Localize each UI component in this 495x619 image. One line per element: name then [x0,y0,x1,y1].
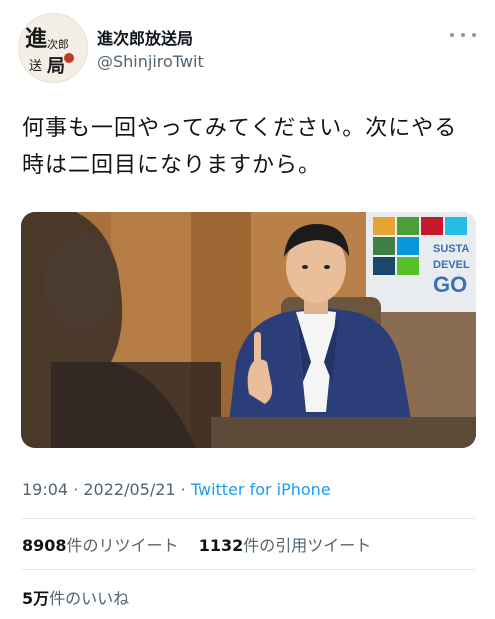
poster-text-1: SUSTA [433,243,470,255]
divider [22,518,475,519]
likes-label: 件のいいね [49,589,130,608]
quotes-label: 件の引用ツイート [243,536,372,555]
svg-text:進: 進 [25,26,47,52]
tweet-time: 19:04 [22,480,69,499]
avatar[interactable]: 進 次郎 送 局 [18,13,88,83]
poster-text-2: DEVEL [433,259,470,271]
quotes-link[interactable]: 1132件の引用ツイート [199,536,372,555]
tweet-date[interactable]: 2022/05/21 [83,480,175,499]
tweet-source-link[interactable]: Twitter for iPhone [191,480,331,499]
divider [22,569,475,570]
avatar-logo-icon: 進 次郎 送 局 [19,14,87,82]
quotes-count: 1132 [198,536,244,555]
meta-separator: · [68,480,84,499]
poster-text-3: GO [433,272,467,297]
retweets-label: 件のリツイート [66,536,179,555]
svg-text:送: 送 [29,59,42,74]
svg-text:局: 局 [47,56,65,77]
meta-separator: · [175,480,191,499]
retweets-count: 8908 [22,536,67,555]
tweet-photo[interactable]: SUSTA DEVEL GO [21,212,476,448]
likes-count: 5万 [22,589,50,608]
tweet-text: 何事も一回やってみてください。次にやる時は二回目になりますから。 [22,116,458,178]
author-handle[interactable]: @ShinjiroTwit [97,52,204,71]
more-icon[interactable] [450,30,476,40]
likes-link[interactable]: 5万件のいいね [22,585,129,609]
svg-text:次郎: 次郎 [47,37,69,51]
retweet-quote-stats: 8908件のリツイート 1132件の引用ツイート [22,532,371,556]
retweets-link[interactable]: 8908件のリツイート [22,536,179,555]
author-display-name[interactable]: 進次郎放送局 [97,25,193,49]
tweet-meta: 19:04 · 2022/05/21 · Twitter for iPhone [22,480,331,499]
